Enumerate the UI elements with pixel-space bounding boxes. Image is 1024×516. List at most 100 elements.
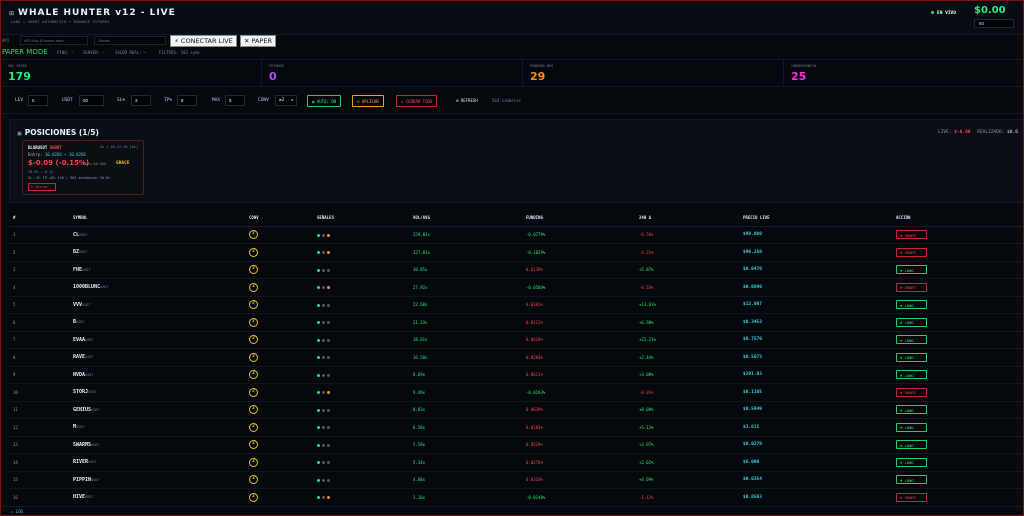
row-rank: 4 bbox=[9, 278, 69, 297]
log-arrow-icon: ▸ bbox=[11, 509, 14, 514]
row-conv-cell: 2 bbox=[245, 348, 313, 367]
row-price: $201.03 bbox=[739, 366, 892, 384]
connect-live-button[interactable]: ⚡ CONECTAR LIVE bbox=[170, 35, 237, 47]
app-title: ⊞ WHALE HUNTER v12 - LIVE bbox=[9, 8, 176, 18]
positions-title-text: POSICIONES (1/5) bbox=[24, 128, 99, 137]
apply-button[interactable]: ⊙ APLICAR bbox=[352, 95, 384, 107]
long-button[interactable]: ⊕ LONG bbox=[896, 457, 927, 467]
row-symbol: HIVE bbox=[73, 494, 86, 501]
position-peak: Pico:$0.000 bbox=[83, 162, 107, 166]
close-all-button[interactable]: ✕ CERRAR TODO bbox=[396, 95, 438, 107]
entry-value: 10.0266 → 10.0266 bbox=[44, 152, 86, 157]
refresh-button[interactable]: ⊞ REFRESH bbox=[452, 95, 482, 107]
log-toggle[interactable]: ▸ LOG bbox=[11, 509, 23, 514]
conv-badge: 2 bbox=[249, 265, 258, 275]
row-funding: 0.0101% bbox=[522, 296, 635, 314]
col-header-24h-change[interactable]: 24H Δ bbox=[635, 209, 739, 227]
api-key-input[interactable] bbox=[20, 36, 88, 45]
lev-input[interactable] bbox=[28, 95, 48, 106]
long-button[interactable]: ⊕ LONG bbox=[896, 440, 927, 450]
positions-summary: LIVE: $-0.09 REALIZADO: $0.0 bbox=[938, 130, 1018, 135]
table-row: 15 PIPPINUSDT 2 4.88x 0.0316% +4.09% $0.0354 ⊕ … bbox=[9, 471, 1023, 489]
signal-dot-icon bbox=[322, 391, 325, 395]
row-action-cell: ⊕ LONG bbox=[892, 331, 1023, 349]
paper-button[interactable]: ✕ PAPER bbox=[240, 35, 276, 47]
col-header-price[interactable]: PRECIO LIVE bbox=[739, 209, 892, 227]
auto-button-label: AUTO: ON bbox=[316, 99, 337, 104]
col-header-rank[interactable]: # bbox=[9, 209, 69, 227]
position-sl-tp: SL:-3% TP:+8% 150 | 902 breakeven 20.0% bbox=[28, 176, 111, 180]
col-header-signals[interactable]: SEÑALES bbox=[313, 209, 409, 227]
api-secret-input[interactable] bbox=[94, 36, 166, 45]
col-header-funding[interactable]: FUNDING bbox=[522, 209, 635, 227]
signal-dot-icon bbox=[327, 408, 330, 412]
short-button[interactable]: ⊕ SHORT bbox=[896, 492, 927, 502]
position-entry: Entry: 10.0266 → 10.0266 bbox=[28, 152, 86, 157]
close-position-button[interactable]: ✕ Cerrar bbox=[28, 183, 56, 191]
long-button[interactable]: ⊕ LONG bbox=[896, 475, 927, 485]
long-button[interactable]: ⊕ LONG bbox=[896, 265, 927, 275]
log-footer[interactable]: ▸ LOG bbox=[2, 506, 1023, 515]
signal-dot-icon bbox=[322, 303, 325, 307]
row-vol-avg: 27.92x bbox=[409, 278, 522, 297]
row-quote: USDT bbox=[79, 250, 88, 255]
long-button[interactable]: ⊕ LONG bbox=[896, 370, 927, 380]
row-price: $0.1165 bbox=[739, 383, 892, 402]
long-button[interactable]: ⊕ LONG bbox=[896, 405, 927, 415]
row-24h-change: -6.56% bbox=[635, 226, 739, 244]
signal-dot-icon bbox=[322, 338, 325, 342]
signal-dot-icon bbox=[327, 356, 330, 360]
signal-dot-icon bbox=[317, 268, 320, 272]
col-header-action[interactable]: ACCIÓN bbox=[892, 209, 1023, 227]
short-button[interactable]: ⊕ SHORT bbox=[896, 230, 927, 240]
conv-badge: 2 bbox=[249, 475, 258, 485]
tp-input[interactable] bbox=[177, 95, 197, 106]
short-button[interactable]: ⊕ SHORT bbox=[896, 282, 927, 292]
conv-select[interactable]: ≥2 ▼ bbox=[275, 95, 297, 106]
row-conv-cell: 2 bbox=[245, 313, 313, 332]
row-price: $98.000 bbox=[739, 226, 892, 244]
row-rank: 16 bbox=[9, 488, 69, 505]
row-quote: USDT bbox=[76, 320, 85, 325]
signal-dot-icon bbox=[327, 443, 330, 447]
row-rank: 11 bbox=[9, 401, 69, 419]
row-quote: USDT bbox=[91, 477, 100, 482]
long-button[interactable]: ⊕ LONG bbox=[896, 352, 927, 362]
close-all-label: CERRAR TODO bbox=[405, 99, 433, 104]
long-button[interactable]: ⊕ LONG bbox=[896, 422, 927, 432]
col-header-vol-avg[interactable]: VOL/AVG bbox=[409, 209, 522, 227]
realized-value: $0.0 bbox=[1007, 130, 1018, 135]
usdt-input[interactable] bbox=[79, 95, 104, 106]
signal-dot-icon bbox=[327, 268, 330, 272]
signal-dot-icon bbox=[322, 408, 325, 412]
row-24h-change: +6.98% bbox=[635, 313, 739, 332]
apply-button-label: APLICAR bbox=[361, 99, 379, 104]
col-header-symbol[interactable]: SYMBOL bbox=[69, 209, 245, 227]
long-button[interactable]: ⊕ LONG bbox=[896, 300, 927, 310]
row-conv-cell: 2 bbox=[245, 488, 313, 505]
conv-badge: 2 bbox=[249, 282, 258, 292]
row-conv-cell: 2 bbox=[245, 261, 313, 279]
row-symbol-cell: CLUSDT bbox=[69, 226, 245, 244]
sl-input[interactable] bbox=[131, 95, 151, 106]
row-conv-cell: 2 bbox=[245, 243, 313, 262]
api-bar: API ⚡ CONECTAR LIVE ✕ PAPER bbox=[2, 35, 1023, 47]
signal-dot-icon bbox=[322, 478, 325, 482]
auto-toggle-button[interactable]: ◉ AUTO: ON bbox=[307, 95, 342, 107]
col-header-conv[interactable]: CONV bbox=[245, 209, 313, 227]
long-button[interactable]: ⊕ LONG bbox=[896, 317, 927, 327]
balance-input[interactable] bbox=[974, 19, 1014, 28]
max-input[interactable] bbox=[225, 95, 245, 106]
row-rank: 8 bbox=[9, 348, 69, 367]
row-signals bbox=[313, 243, 409, 262]
conv-badge: 2 bbox=[249, 317, 258, 327]
short-button[interactable]: ⊕ SHORT bbox=[896, 387, 927, 397]
row-rank: 14 bbox=[9, 453, 69, 472]
short-button[interactable]: ⊕ SHORT bbox=[896, 247, 927, 257]
row-symbol-cell: 1000BLUNCUSDT bbox=[69, 278, 245, 297]
row-action-cell: ⊕ LONG bbox=[892, 296, 1023, 314]
conv-badge: 2 bbox=[249, 422, 258, 432]
long-button[interactable]: ⊕ LONG bbox=[896, 335, 927, 345]
row-quote: USDT bbox=[82, 267, 91, 272]
row-price: $0.0279 bbox=[739, 436, 892, 454]
